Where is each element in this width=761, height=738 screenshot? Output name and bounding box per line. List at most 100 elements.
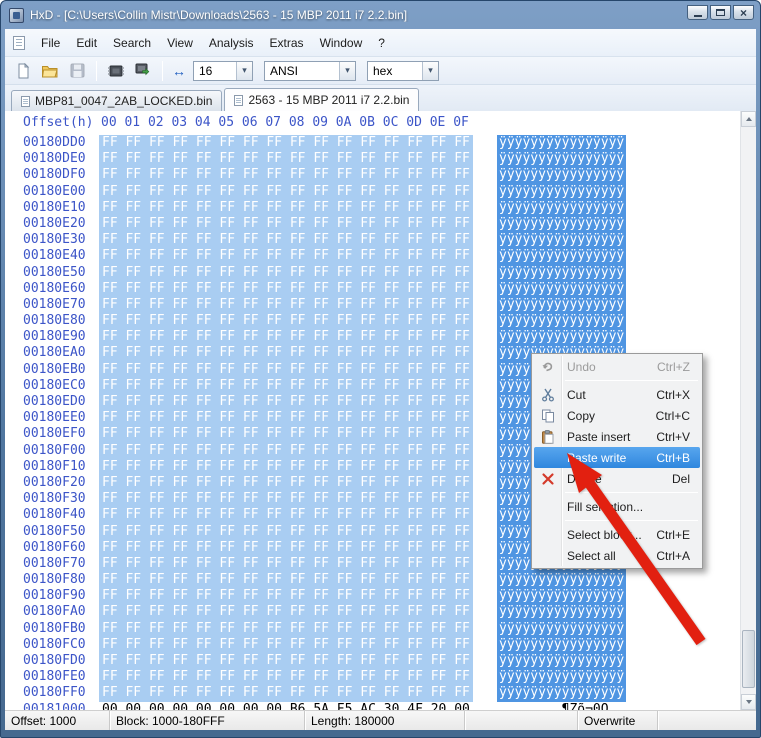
- minimize-button[interactable]: [687, 5, 708, 20]
- row-ascii[interactable]: ÿÿÿÿÿÿÿÿÿÿÿÿÿÿÿÿ: [497, 135, 627, 152]
- context-menu-items: Undo Ctrl+Z Cut Ctrl+X Copy Ctrl+C Paste inser…: [534, 356, 700, 566]
- row-bytes[interactable]: FF FF FF FF FF FF FF FF FF FF FF FF FF F…: [99, 685, 473, 702]
- row-bytes[interactable]: FF FF FF FF FF FF FF FF FF FF FF FF FF F…: [99, 523, 473, 540]
- row-bytes[interactable]: FF FF FF FF FF FF FF FF FF FF FF FF FF F…: [99, 345, 473, 362]
- chevron-down-icon[interactable]: ▾: [236, 61, 252, 80]
- row-ascii[interactable]: ÿÿÿÿÿÿÿÿÿÿÿÿÿÿÿÿ: [497, 669, 627, 686]
- menu-analysis[interactable]: Analysis: [201, 33, 262, 53]
- row-ascii[interactable]: ÿÿÿÿÿÿÿÿÿÿÿÿÿÿÿÿ: [497, 572, 627, 589]
- row-bytes[interactable]: 00 00 00 00 00 00 00 00 B6 5A F5 AC 30 4…: [99, 702, 473, 710]
- row-bytes[interactable]: FF FF FF FF FF FF FF FF FF FF FF FF FF F…: [99, 232, 473, 249]
- menu-file[interactable]: File: [33, 33, 68, 53]
- row-bytes[interactable]: FF FF FF FF FF FF FF FF FF FF FF FF FF F…: [99, 426, 473, 443]
- row-bytes[interactable]: FF FF FF FF FF FF FF FF FF FF FF FF FF F…: [99, 313, 473, 330]
- row-bytes[interactable]: FF FF FF FF FF FF FF FF FF FF FF FF FF F…: [99, 377, 473, 395]
- row-ascii[interactable]: ÿÿÿÿÿÿÿÿÿÿÿÿÿÿÿÿ: [497, 685, 627, 702]
- context-menu-item-select-block[interactable]: Select block... Ctrl+E: [534, 524, 700, 545]
- row-ascii[interactable]: ÿÿÿÿÿÿÿÿÿÿÿÿÿÿÿÿ: [497, 232, 627, 249]
- row-ascii[interactable]: ÿÿÿÿÿÿÿÿÿÿÿÿÿÿÿÿ: [497, 588, 627, 605]
- vertical-scrollbar[interactable]: [740, 111, 756, 710]
- status-mode[interactable]: Overwrite: [578, 711, 658, 730]
- row-bytes[interactable]: FF FF FF FF FF FF FF FF FF FF FF FF FF F…: [99, 135, 473, 152]
- row-bytes[interactable]: FF FF FF FF FF FF FF FF FF FF FF FF FF F…: [99, 361, 473, 378]
- chevron-down-icon[interactable]: ▾: [339, 61, 355, 80]
- row-bytes[interactable]: FF FF FF FF FF FF FF FF FF FF FF FF FF F…: [99, 151, 473, 168]
- menu-window[interactable]: Window: [312, 33, 371, 53]
- row-ascii[interactable]: ÿÿÿÿÿÿÿÿÿÿÿÿÿÿÿÿ: [497, 636, 627, 654]
- row-ascii[interactable]: ÿÿÿÿÿÿÿÿÿÿÿÿÿÿÿÿ: [497, 280, 627, 297]
- menu-search[interactable]: Search: [105, 33, 159, 53]
- titlebar: HxD - [C:\Users\Collin Mistr\Downloads\2…: [1, 1, 760, 29]
- scroll-down-button[interactable]: [741, 694, 756, 710]
- new-document-button[interactable]: [11, 60, 35, 82]
- open-disk-button[interactable]: [131, 60, 155, 82]
- row-bytes[interactable]: FF FF FF FF FF FF FF FF FF FF FF FF FF F…: [99, 653, 473, 670]
- row-bytes[interactable]: FF FF FF FF FF FF FF FF FF FF FF FF FF F…: [99, 636, 473, 654]
- row-ascii[interactable]: ÿÿÿÿÿÿÿÿÿÿÿÿÿÿÿÿ: [497, 167, 627, 184]
- open-memory-button[interactable]: [104, 60, 128, 82]
- status-spacer-2: [658, 711, 756, 730]
- row-bytes[interactable]: FF FF FF FF FF FF FF FF FF FF FF FF FF F…: [99, 394, 473, 411]
- menu-help[interactable]: ?: [370, 33, 393, 53]
- row-bytes[interactable]: FF FF FF FF FF FF FF FF FF FF FF FF FF F…: [99, 410, 473, 427]
- row-ascii[interactable]: ........¶Zõ¬0O .: [497, 702, 626, 710]
- row-bytes[interactable]: FF FF FF FF FF FF FF FF FF FF FF FF FF F…: [99, 199, 473, 216]
- close-button[interactable]: ×: [733, 5, 754, 20]
- tab-mbp81-0047-2ab-locked-bin[interactable]: MBP81_0047_2AB_LOCKED.bin: [11, 90, 223, 111]
- row-bytes[interactable]: FF FF FF FF FF FF FF FF FF FF FF FF FF F…: [99, 167, 473, 184]
- scroll-up-button[interactable]: [741, 111, 756, 127]
- row-bytes[interactable]: FF FF FF FF FF FF FF FF FF FF FF FF FF F…: [99, 296, 473, 314]
- row-bytes[interactable]: FF FF FF FF FF FF FF FF FF FF FF FF FF F…: [99, 539, 473, 556]
- row-ascii[interactable]: ÿÿÿÿÿÿÿÿÿÿÿÿÿÿÿÿ: [497, 653, 627, 670]
- encoding-select[interactable]: ANSI ▾: [264, 60, 356, 81]
- save-button[interactable]: [65, 60, 89, 82]
- row-bytes[interactable]: FF FF FF FF FF FF FF FF FF FF FF FF FF F…: [99, 329, 473, 346]
- row-bytes[interactable]: FF FF FF FF FF FF FF FF FF FF FF FF FF F…: [99, 620, 473, 637]
- row-ascii[interactable]: ÿÿÿÿÿÿÿÿÿÿÿÿÿÿÿÿ: [497, 264, 627, 281]
- row-ascii[interactable]: ÿÿÿÿÿÿÿÿÿÿÿÿÿÿÿÿ: [497, 215, 627, 233]
- context-menu-item-fill-selection[interactable]: Fill selection...: [534, 496, 700, 517]
- row-bytes[interactable]: FF FF FF FF FF FF FF FF FF FF FF FF FF F…: [99, 572, 473, 589]
- row-bytes[interactable]: FF FF FF FF FF FF FF FF FF FF FF FF FF F…: [99, 669, 473, 686]
- row-ascii[interactable]: ÿÿÿÿÿÿÿÿÿÿÿÿÿÿÿÿ: [497, 329, 627, 346]
- row-bytes[interactable]: FF FF FF FF FF FF FF FF FF FF FF FF FF F…: [99, 491, 473, 508]
- row-bytes[interactable]: FF FF FF FF FF FF FF FF FF FF FF FF FF F…: [99, 474, 473, 492]
- bytes-per-row-select[interactable]: 16 ▾: [193, 60, 253, 81]
- row-ascii[interactable]: ÿÿÿÿÿÿÿÿÿÿÿÿÿÿÿÿ: [497, 604, 627, 621]
- row-bytes[interactable]: FF FF FF FF FF FF FF FF FF FF FF FF FF F…: [99, 555, 473, 573]
- context-menu-item-paste-write[interactable]: Paste write Ctrl+B: [534, 447, 700, 468]
- chevron-down-icon[interactable]: ▾: [422, 61, 438, 80]
- row-bytes[interactable]: FF FF FF FF FF FF FF FF FF FF FF FF FF F…: [99, 588, 473, 605]
- row-bytes[interactable]: FF FF FF FF FF FF FF FF FF FF FF FF FF F…: [99, 183, 473, 200]
- menu-edit[interactable]: Edit: [68, 33, 105, 53]
- menu-view[interactable]: View: [159, 33, 201, 53]
- tab-2563-15-mbp-2011-i7-2-2-bin[interactable]: 2563 - 15 MBP 2011 i7 2.2.bin: [224, 88, 420, 111]
- maximize-button[interactable]: [710, 5, 731, 20]
- row-ascii[interactable]: ÿÿÿÿÿÿÿÿÿÿÿÿÿÿÿÿ: [497, 313, 627, 330]
- bytes-per-row-icon: ↔: [172, 62, 186, 79]
- offset-base-select[interactable]: hex ▾: [367, 60, 439, 81]
- context-menu-item-paste-insert[interactable]: Paste insert Ctrl+V: [534, 426, 700, 447]
- row-ascii[interactable]: ÿÿÿÿÿÿÿÿÿÿÿÿÿÿÿÿ: [497, 199, 627, 216]
- context-menu-item-copy[interactable]: Copy Ctrl+C: [534, 405, 700, 426]
- row-ascii[interactable]: ÿÿÿÿÿÿÿÿÿÿÿÿÿÿÿÿ: [497, 183, 627, 200]
- row-ascii[interactable]: ÿÿÿÿÿÿÿÿÿÿÿÿÿÿÿÿ: [497, 248, 627, 265]
- row-bytes[interactable]: FF FF FF FF FF FF FF FF FF FF FF FF FF F…: [99, 458, 473, 475]
- scrollbar-thumb[interactable]: [742, 630, 755, 688]
- row-ascii[interactable]: ÿÿÿÿÿÿÿÿÿÿÿÿÿÿÿÿ: [497, 620, 627, 637]
- row-bytes[interactable]: FF FF FF FF FF FF FF FF FF FF FF FF FF F…: [99, 280, 473, 297]
- row-bytes[interactable]: FF FF FF FF FF FF FF FF FF FF FF FF FF F…: [99, 604, 473, 621]
- row-bytes[interactable]: FF FF FF FF FF FF FF FF FF FF FF FF FF F…: [99, 507, 473, 524]
- row-ascii[interactable]: ÿÿÿÿÿÿÿÿÿÿÿÿÿÿÿÿ: [497, 296, 627, 314]
- row-bytes[interactable]: FF FF FF FF FF FF FF FF FF FF FF FF FF F…: [99, 264, 473, 281]
- row-ascii[interactable]: ÿÿÿÿÿÿÿÿÿÿÿÿÿÿÿÿ: [497, 151, 627, 168]
- row-bytes[interactable]: FF FF FF FF FF FF FF FF FF FF FF FF FF F…: [99, 215, 473, 233]
- context-menu-item-select-all[interactable]: Select all Ctrl+A: [534, 545, 700, 566]
- open-file-button[interactable]: [38, 60, 62, 82]
- tab-label: 2563 - 15 MBP 2011 i7 2.2.bin: [248, 93, 410, 107]
- row-bytes[interactable]: FF FF FF FF FF FF FF FF FF FF FF FF FF F…: [99, 442, 473, 459]
- row-bytes[interactable]: FF FF FF FF FF FF FF FF FF FF FF FF FF F…: [99, 248, 473, 265]
- context-menu-item-cut[interactable]: Cut Ctrl+X: [534, 384, 700, 405]
- menu-extras[interactable]: Extras: [262, 33, 312, 53]
- context-menu-item-delete[interactable]: Delete Del: [534, 468, 700, 489]
